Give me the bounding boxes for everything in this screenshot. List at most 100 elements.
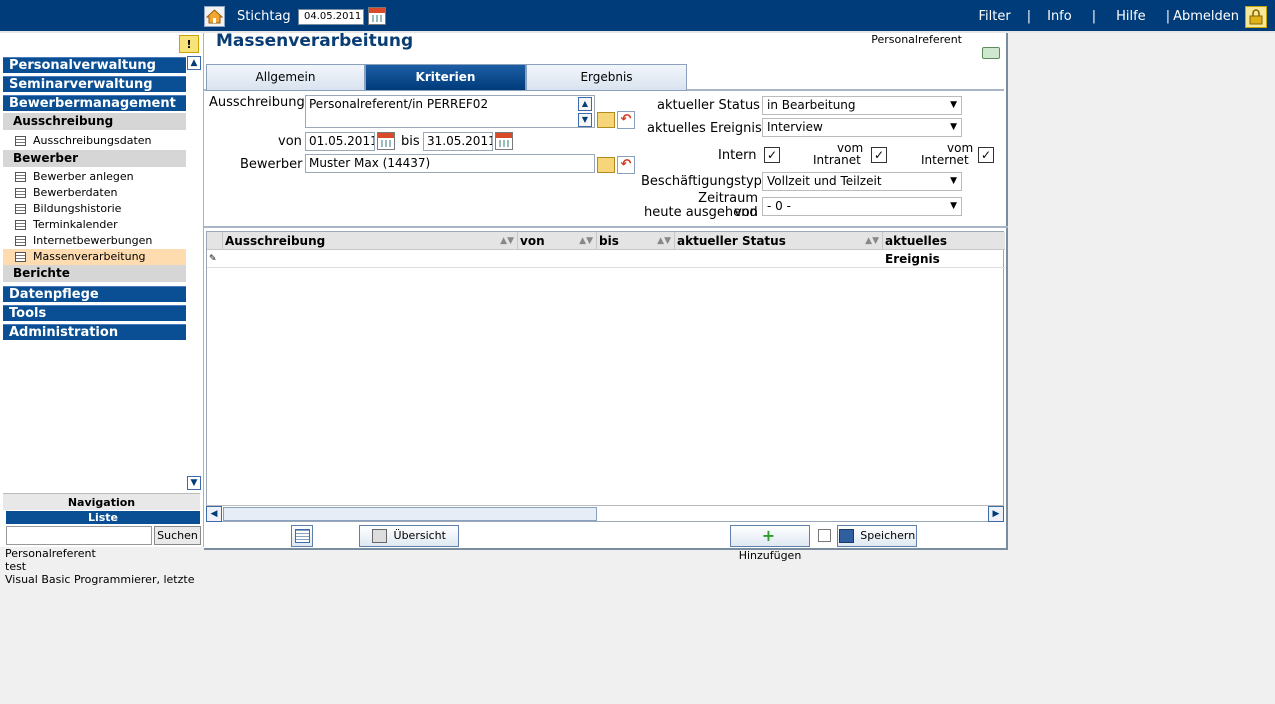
calendar-icon[interactable] <box>377 132 395 150</box>
separator: | <box>1165 9 1171 24</box>
sidebar-scroll-up-icon[interactable]: ▲ <box>187 56 201 70</box>
tab-allgemein[interactable]: Allgemein <box>206 64 365 91</box>
list-icon <box>294 529 310 543</box>
select-checkbox[interactable] <box>818 529 831 542</box>
abmelden-link[interactable]: Abmelden <box>1173 9 1239 24</box>
grid-header-status[interactable]: aktueller Status ▲▼ <box>675 232 883 250</box>
sidebar-item-terminkalender[interactable]: Terminkalender <box>3 217 186 233</box>
grid-header-von[interactable]: von ▲▼ <box>518 232 597 250</box>
sidebar-item-bewerberdaten[interactable]: Bewerberdaten <box>3 185 186 201</box>
sort-icon[interactable]: ▲▼ <box>657 232 671 250</box>
internet-label-line2: Internet <box>921 153 969 167</box>
sidebar-item-datenpflege[interactable]: Datenpflege <box>3 286 186 302</box>
internet-checkbox[interactable]: ✓ <box>978 147 994 163</box>
undo-icon[interactable]: ↶ <box>617 111 635 129</box>
top-bar: Stichtag 04.05.2011 Filter | Info | Hilf… <box>0 0 1275 33</box>
sidebar-section-bewerber[interactable]: Bewerber <box>3 150 186 167</box>
column-label: bis <box>599 234 619 248</box>
list-icon <box>15 188 26 198</box>
sidebar-item-tools[interactable]: Tools <box>3 305 186 321</box>
ausschreibung-field[interactable]: Personalreferent/in PERREF02 <box>305 95 595 128</box>
grid-header-ausschreibung[interactable]: Ausschreibung ▲▼ <box>223 232 518 250</box>
liste-search-input[interactable] <box>6 526 152 545</box>
uebersicht-button[interactable]: Übersicht <box>359 525 459 547</box>
status-select[interactable]: in Bearbeitung ▼ <box>762 96 962 115</box>
scroll-thumb[interactable] <box>223 507 597 521</box>
beschaeftigungstyp-value: Vollzeit und Teilzeit <box>767 174 882 188</box>
grid-header-bis[interactable]: bis ▲▼ <box>597 232 675 250</box>
list-item[interactable]: test <box>5 560 204 573</box>
sidebar-item-administration[interactable]: Administration <box>3 324 186 340</box>
pencil-icon[interactable]: ✎ <box>209 254 221 264</box>
zeitraum-label-2: heute ausgehend <box>644 205 758 220</box>
sidebar-item-internetbewerbungen[interactable]: Internetbewerbungen <box>3 233 186 249</box>
grid-header-ereignis[interactable]: aktuelles Ereignis <box>883 232 1005 266</box>
undo-icon[interactable]: ↶ <box>617 156 635 174</box>
warning-icon[interactable]: ! <box>179 35 199 53</box>
lock-icon[interactable] <box>1245 5 1267 28</box>
sidebar-item-personalverwaltung[interactable]: Personalverwaltung <box>3 57 186 73</box>
chevron-down-icon: ▼ <box>950 100 957 110</box>
liste-label[interactable]: Liste <box>6 511 200 524</box>
bis-date-input[interactable]: 31.05.2011 <box>423 132 493 151</box>
scroll-down-icon[interactable]: ▼ <box>578 113 592 127</box>
hinzufuegen-button[interactable]: + Hinzufügen <box>730 525 810 562</box>
sidebar-item-label: Internetbewerbungen <box>33 234 153 247</box>
scroll-up-icon[interactable]: ▲ <box>578 97 592 111</box>
beschaeftigungstyp-select[interactable]: Vollzeit und Teilzeit ▼ <box>762 172 962 191</box>
calendar-icon[interactable] <box>495 132 513 150</box>
column-label: von <box>520 234 545 248</box>
sort-icon[interactable]: ▲▼ <box>865 232 879 250</box>
speichern-button[interactable]: Speichern <box>837 525 917 547</box>
bis-label: bis <box>401 134 420 149</box>
zeitraum-select[interactable]: - 0 - ▼ <box>762 197 962 216</box>
chevron-down-icon: ▼ <box>950 122 957 132</box>
sidebar-item-seminarverwaltung[interactable]: Seminarverwaltung <box>3 76 186 92</box>
sidebar-item-massenverarbeitung[interactable]: Massenverarbeitung <box>3 249 186 265</box>
list-view-button[interactable] <box>291 525 313 547</box>
intern-checkbox[interactable]: ✓ <box>764 147 780 163</box>
chevron-down-icon: ▼ <box>950 201 957 211</box>
sidebar-scroll-down-icon[interactable]: ▼ <box>187 476 201 490</box>
stichtag-input[interactable]: 04.05.2011 <box>298 9 364 25</box>
sidebar-item-label: Ausschreibungsdaten <box>33 134 152 147</box>
scroll-left-icon[interactable]: ◀ <box>206 506 222 522</box>
bewerber-field[interactable]: Muster Max (14437) <box>305 154 595 173</box>
list-icon <box>15 204 26 214</box>
switch-role-icon[interactable] <box>982 47 1000 59</box>
sidebar-item-bewerbermanagement[interactable]: Bewerbermanagement <box>3 95 186 111</box>
search-button[interactable]: Suchen <box>154 526 201 545</box>
page-title: Massenverarbeitung <box>216 31 414 51</box>
tab-ergebnis[interactable]: Ergebnis <box>526 64 687 91</box>
list-item[interactable]: Personalreferent <box>5 547 204 560</box>
scroll-right-icon[interactable]: ▶ <box>988 506 1004 522</box>
folder-open-icon[interactable] <box>597 157 615 173</box>
filter-link[interactable]: Filter <box>979 9 1011 24</box>
sidebar-item-ausschreibungsdaten[interactable]: Ausschreibungsdaten <box>3 133 186 149</box>
sidebar-item-bildungshistorie[interactable]: Bildungshistorie <box>3 201 186 217</box>
ereignis-select[interactable]: Interview ▼ <box>762 118 962 137</box>
folder-open-icon[interactable] <box>597 112 615 128</box>
table-row[interactable]: ✎ <box>207 251 1005 268</box>
sort-icon[interactable]: ▲▼ <box>500 232 514 250</box>
navigation-label[interactable]: Navigation <box>3 493 200 510</box>
grid-header-selector[interactable] <box>207 232 223 250</box>
sidebar-item-bewerber-anlegen[interactable]: Bewerber anlegen <box>3 169 186 185</box>
list-item[interactable]: Visual Basic Programmierer, letzte <box>5 573 204 586</box>
sidebar-item-label: Bildungshistorie <box>33 202 122 215</box>
tab-kriterien[interactable]: Kriterien <box>365 64 526 91</box>
von-date-input[interactable]: 01.05.2011 <box>305 132 375 151</box>
home-icon[interactable] <box>204 6 225 27</box>
hilfe-link[interactable]: Hilfe <box>1116 9 1146 24</box>
column-label: aktueller Status <box>677 234 786 248</box>
ereignis-label: aktuelles Ereignis <box>647 121 762 136</box>
sort-icon[interactable]: ▲▼ <box>579 232 593 250</box>
horizontal-scrollbar[interactable]: ◀ ▶ <box>206 505 1004 522</box>
intranet-label: vom Intranet <box>813 142 863 166</box>
intranet-checkbox[interactable]: ✓ <box>871 147 887 163</box>
info-link[interactable]: Info <box>1047 9 1072 24</box>
calendar-icon[interactable] <box>368 7 386 25</box>
ausschreibung-label: Ausschreibung <box>209 95 305 110</box>
sidebar-section-ausschreibung[interactable]: Ausschreibung <box>3 113 186 130</box>
sidebar-section-berichte[interactable]: Berichte <box>3 265 186 282</box>
